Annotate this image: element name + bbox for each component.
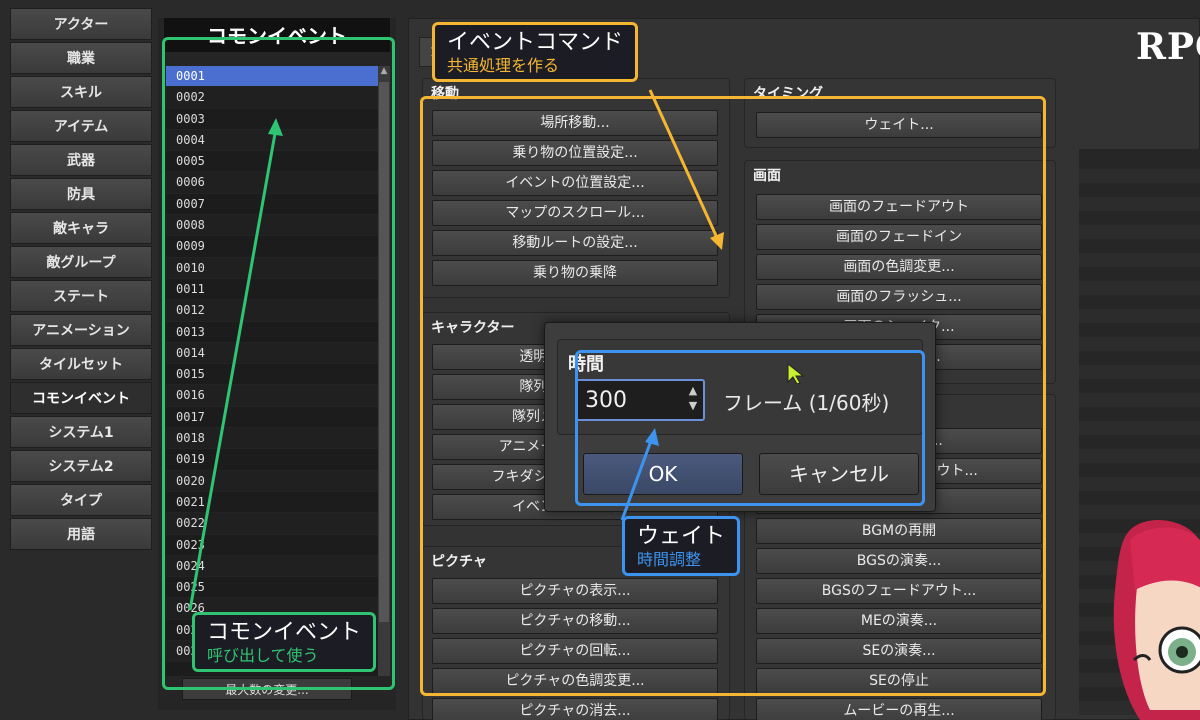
event-command-callout: イベントコマンド 共通処理を作る [432, 22, 639, 82]
list-stripe [1079, 505, 1200, 519]
list-stripe [1079, 225, 1200, 239]
list-stripe [1079, 421, 1200, 435]
command-button-audio[interactable]: ムービーの再生... [756, 698, 1042, 720]
db-tab[interactable]: タイプ [10, 484, 152, 516]
list-stripe [1079, 449, 1200, 463]
list-stripe [1079, 169, 1200, 183]
list-stripe [1079, 253, 1200, 267]
command-button-picture[interactable]: ピクチャの消去... [432, 698, 718, 720]
db-tab[interactable]: 敵キャラ [10, 212, 152, 244]
callout-sub: 呼び出して使う [207, 646, 319, 665]
database-tab-list: アクター 職業 スキル アイテム 武器 防具 敵キャラ 敵グループ ステート アニメーション タイル… [10, 8, 152, 552]
common-event-highlight [162, 37, 395, 690]
db-tab[interactable]: アイテム [10, 110, 152, 142]
rpg-logo: RPG [1136, 26, 1200, 68]
db-tab[interactable]: 武器 [10, 144, 152, 176]
callout-sub: 時間調整 [637, 550, 702, 569]
db-tab[interactable]: コモンイベント [10, 382, 152, 414]
db-tab[interactable]: タイルセット [10, 348, 152, 380]
common-event-callout: コモンイベント 呼び出して使う [192, 612, 377, 672]
callout-sub: 共通処理を作る [447, 56, 560, 75]
db-tab[interactable]: システム2 [10, 450, 152, 482]
list-stripe [1079, 337, 1200, 351]
list-stripe [1079, 281, 1200, 295]
db-tab[interactable]: 用語 [10, 518, 152, 550]
db-tab[interactable]: ステート [10, 280, 152, 312]
db-tab[interactable]: システム1 [10, 416, 152, 448]
list-stripe [1079, 309, 1200, 323]
wait-callout: ウェイト 時間調整 [622, 516, 741, 576]
callout-main: ウェイト [637, 524, 726, 549]
db-tab[interactable]: 防具 [10, 178, 152, 210]
list-stripe [1079, 197, 1200, 211]
db-tab[interactable]: スキル [10, 76, 152, 108]
db-tab[interactable]: 敵グループ [10, 246, 152, 278]
mascot-character [1113, 520, 1200, 720]
db-tab[interactable]: アニメーション [10, 314, 152, 346]
callout-main: イベントコマンド [447, 30, 624, 55]
db-tab[interactable]: アクター [10, 8, 152, 40]
list-stripe [1079, 477, 1200, 491]
callout-main: コモンイベント [207, 620, 362, 645]
list-stripe [1079, 365, 1200, 379]
list-stripe [1079, 393, 1200, 407]
db-tab[interactable]: 職業 [10, 42, 152, 74]
wait-highlight [575, 350, 925, 506]
